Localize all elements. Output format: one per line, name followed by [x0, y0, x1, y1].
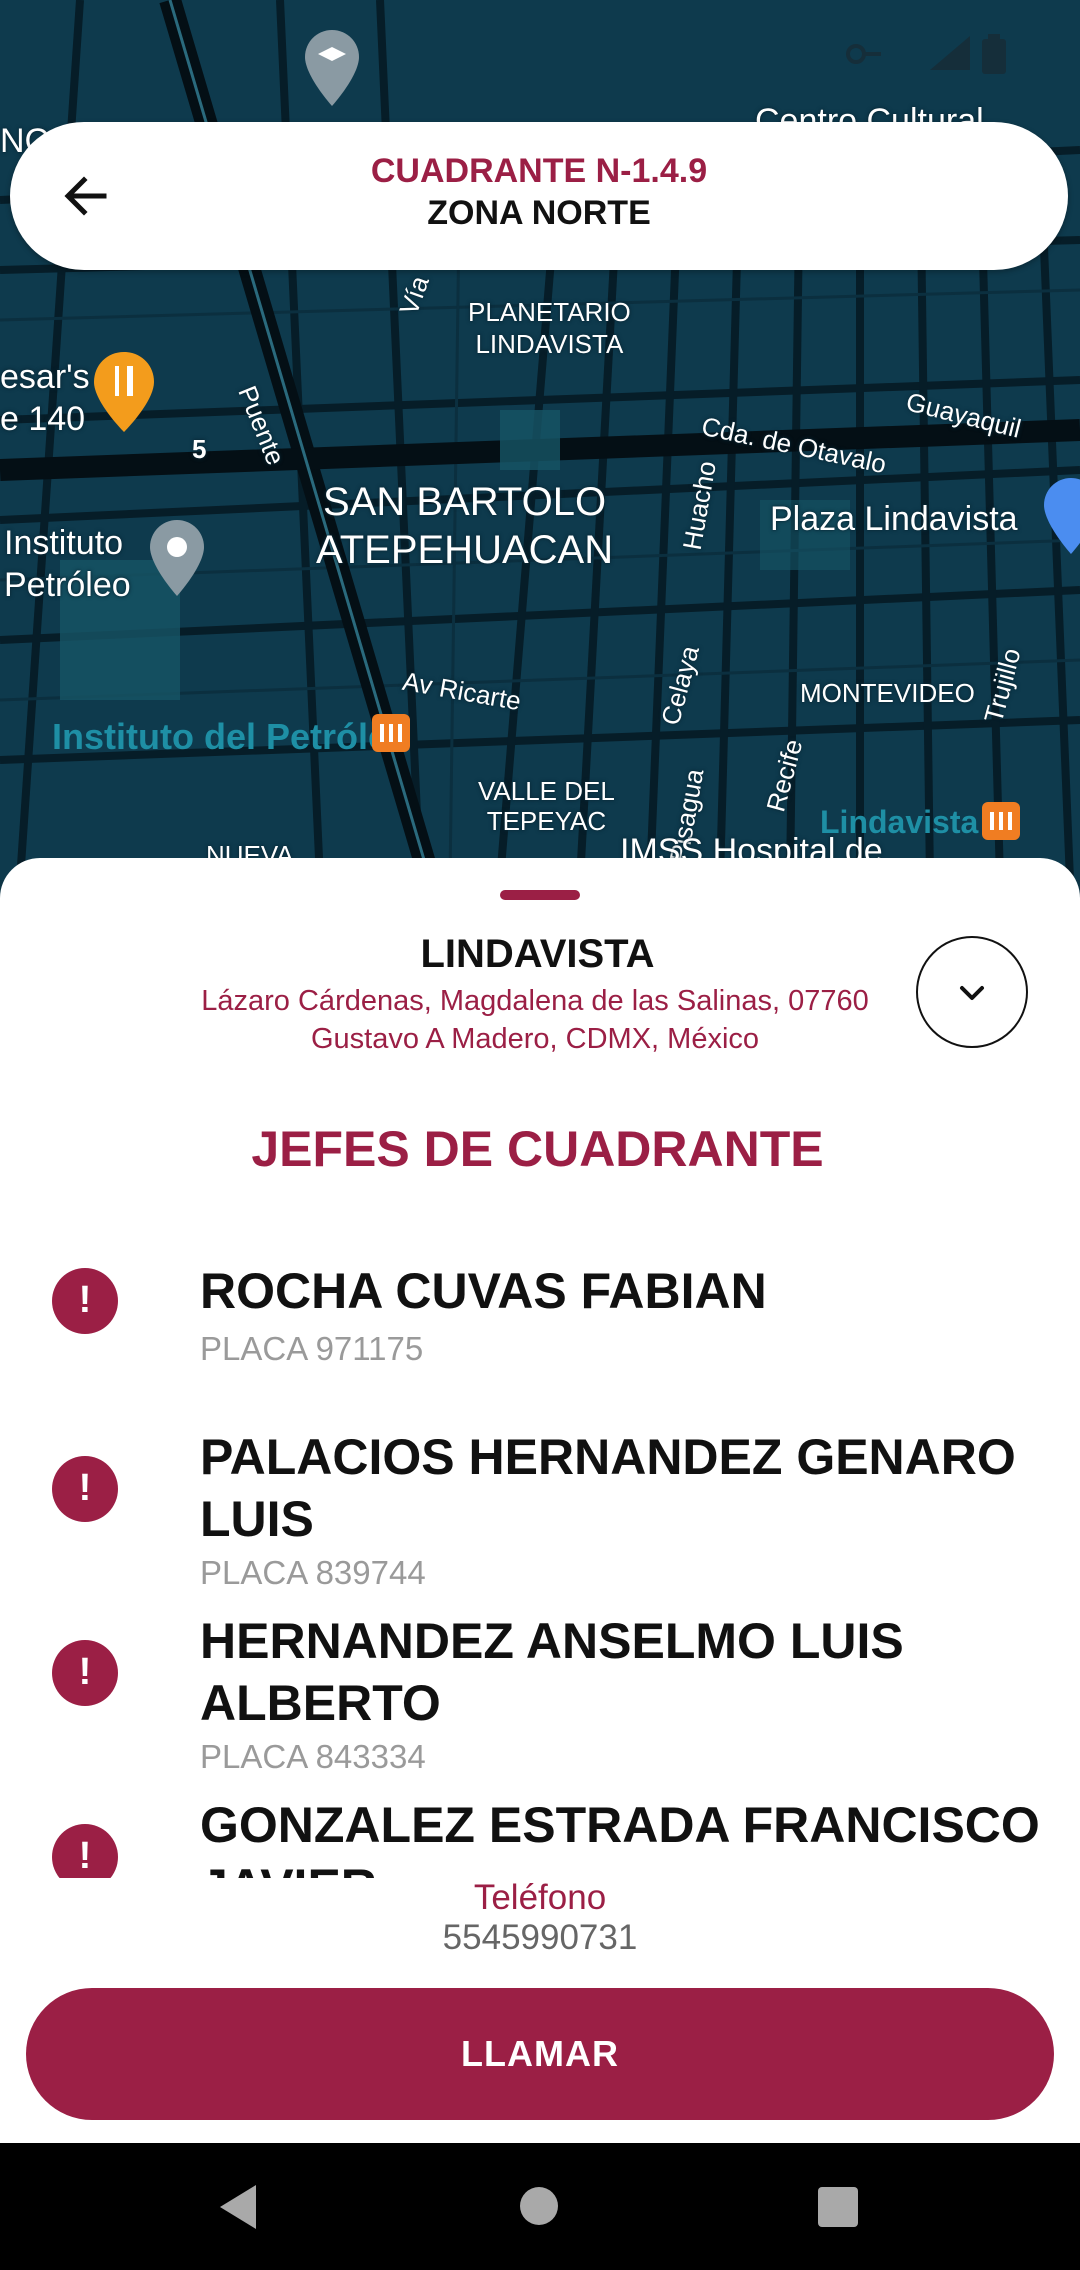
alert-icon: ! — [52, 1456, 118, 1522]
section-title: JEFES DE CUADRANTE — [251, 1121, 824, 1177]
chief-placa: PLACA 839744 — [200, 1554, 426, 1591]
place-pin-icon[interactable] — [150, 520, 204, 596]
phone-label: Teléfono — [473, 1878, 607, 1917]
call-button[interactable]: LLAMAR — [26, 1988, 1054, 2120]
status-bar — [0, 0, 1080, 100]
nav-back-icon[interactable] — [216, 2183, 260, 2231]
map-label-instituto-metro: Instituto del Petróleo — [52, 716, 411, 757]
nav-recents-icon[interactable] — [818, 2187, 858, 2227]
map-label-planetario: PLANETARIO LINDAVISTA — [468, 297, 631, 359]
metro-icon — [982, 802, 1020, 840]
quadrant-title: CUADRANTE N-1.4.9 — [370, 152, 708, 190]
collapse-button[interactable] — [916, 936, 1028, 1048]
key-icon — [846, 44, 881, 64]
alert-icon: ! — [52, 1824, 118, 1878]
signal-icon — [930, 36, 970, 70]
sheet-drag-handle[interactable] — [500, 890, 580, 900]
metro-icon — [372, 714, 410, 752]
map-label-montevideo: MONTEVIDEO — [800, 678, 975, 708]
map-label-instituto: Instituto Petróleo — [4, 524, 131, 604]
nav-home-icon[interactable] — [520, 2187, 558, 2225]
alert-icon: ! — [52, 1640, 118, 1706]
chief-name: ROCHA CUVAS FABIAN — [200, 1263, 767, 1319]
chief-name: PALACIOS HERNANDEZ GENARO LUIS — [200, 1429, 1016, 1547]
chief-name: GONZALEZ ESTRADA FRANCISCO JAVIER — [200, 1797, 1040, 1878]
chevron-down-icon — [960, 986, 984, 1000]
quadrant-header: CUADRANTE N-1.4.9 ZONA NORTE — [10, 122, 1068, 270]
map-label-five: 5 — [192, 434, 207, 464]
restaurant-pin-icon[interactable] — [94, 352, 154, 432]
chief-name: HERNANDEZ ANSELMO LUIS ALBERTO — [200, 1613, 904, 1731]
zone-subtitle: ZONA NORTE — [427, 194, 651, 232]
chief-placa: PLACA 971175 — [200, 1330, 424, 1367]
map-label-san-bartolo: SAN BARTOLO ATEPEHUACAN — [316, 480, 614, 572]
bottom-sheet: LINDAVISTA Lázaro Cárdenas, Magdalena de… — [0, 858, 1080, 2143]
place-address: Lázaro Cárdenas, Magdalena de las Salina… — [201, 985, 869, 1055]
place-name: LINDAVISTA — [420, 932, 655, 976]
alert-icon: ! — [52, 1268, 118, 1334]
chiefs-list[interactable]: ! ROCHA CUVAS FABIAN PLACA 971175 ! PALA… — [0, 1248, 1080, 1878]
map-label-plaza-lindavista: Plaza Lindavista — [770, 500, 1018, 538]
map-label-valle-tepeyac: VALLE DEL TEPEYAC — [478, 776, 615, 836]
map-label-cesars: esar's e 140 — [0, 358, 90, 438]
battery-icon — [982, 34, 1006, 74]
system-nav-bar — [0, 2143, 1080, 2270]
shopping-pin-icon[interactable] — [1044, 478, 1080, 554]
chief-placa: PLACA 843334 — [200, 1738, 426, 1775]
phone-number: 5545990731 — [442, 1918, 638, 1957]
